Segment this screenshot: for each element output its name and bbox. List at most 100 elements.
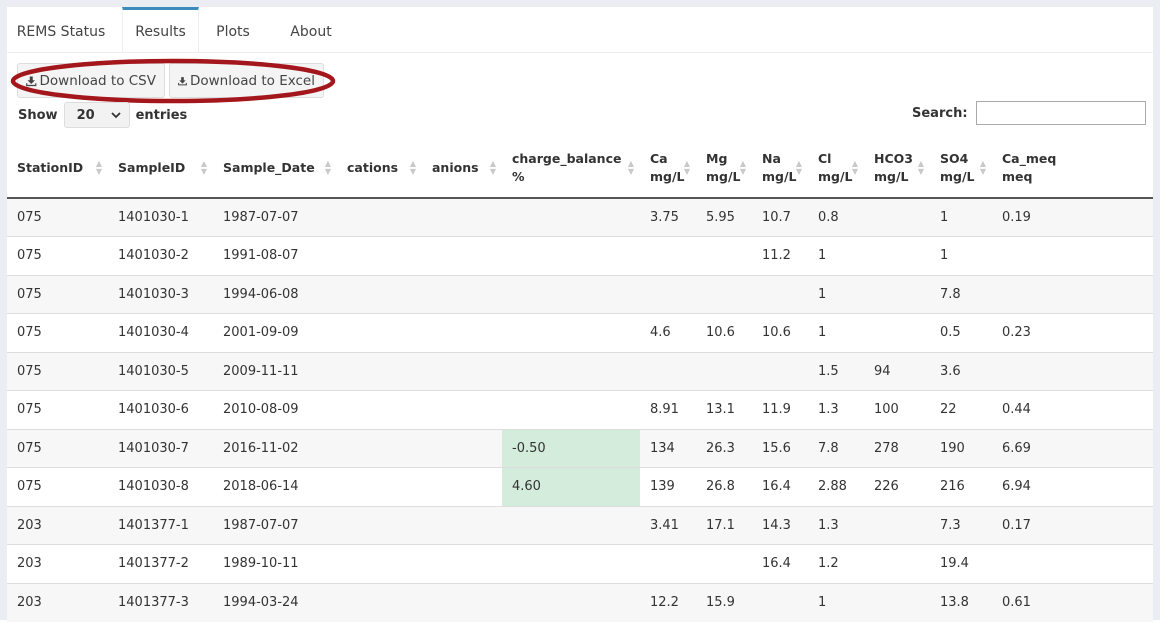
sort-icon: ▲ ▼	[739, 159, 746, 176]
sort-icon: ▲ ▼	[200, 159, 207, 176]
table-cell: 26.8	[696, 467, 752, 506]
table-cell	[337, 505, 422, 545]
table-row[interactable]: 075 1401030-3 1994-06-08 1 7.8	[7, 274, 1153, 314]
table-cell: 1401030-4	[108, 313, 213, 352]
table-cell	[992, 236, 1153, 275]
table-cell: 1401377-3	[108, 582, 213, 622]
table-cell	[337, 544, 422, 583]
table-cell: 8.91	[640, 390, 696, 429]
table-cell	[422, 274, 502, 314]
table-row[interactable]: 075 1401030-8 2018-06-14 4.60 139 26.8 16.4 2.8…	[7, 467, 1153, 506]
table-cell: 14.3	[752, 505, 808, 545]
table-cell: 1	[808, 313, 864, 352]
sort-icon: ▲ ▼	[851, 159, 858, 176]
table-cell	[422, 236, 502, 275]
table-cell	[696, 544, 752, 583]
table-cell	[864, 313, 930, 352]
table-row[interactable]: 203 1401377-3 1994-03-24 12.2 15.9 1 13.8 0.61	[7, 582, 1153, 622]
table-cell	[640, 544, 696, 583]
chevron-down-icon	[110, 111, 121, 118]
table-cell: 190	[930, 428, 992, 468]
column-header-unit: mg/L	[706, 169, 741, 184]
table-cell: 2001-09-09	[213, 313, 337, 352]
sort-icon: ▲ ▼	[795, 159, 802, 176]
table-cell: 11.2	[752, 236, 808, 275]
column-header-na[interactable]: Na mg/L ▲ ▼	[752, 139, 808, 199]
table-cell	[337, 428, 422, 468]
column-header-anions[interactable]: anions ▲ ▼	[422, 139, 502, 199]
column-header-cl[interactable]: Cl mg/L ▲ ▼	[808, 139, 864, 199]
table-cell: 075	[7, 467, 108, 506]
column-header-label: charge_balance	[512, 151, 622, 166]
table-cell: 13.8	[930, 582, 992, 622]
window-frame-top	[0, 0, 1160, 7]
table-cell: 22	[930, 390, 992, 429]
table-cell	[696, 274, 752, 314]
table-row[interactable]: 075 1401030-4 2001-09-09 4.6 10.6 10.6 1 0.5 0.2…	[7, 313, 1153, 352]
table-cell: 1401377-2	[108, 544, 213, 583]
table-cell: 1987-07-07	[213, 198, 337, 237]
table-cell	[422, 198, 502, 237]
table-header: StationID ▲ ▼ SampleID ▲ ▼ Sample_Date ▲ ▼ cation…	[7, 139, 1153, 199]
table-cell	[422, 428, 502, 468]
table-cell: 1989-10-11	[213, 544, 337, 583]
table-cell: 4.60	[502, 467, 640, 506]
tab-about[interactable]: About	[273, 7, 349, 52]
column-header-stationid[interactable]: StationID ▲ ▼	[7, 139, 108, 199]
tab-plots[interactable]: Plots	[201, 7, 265, 52]
table-cell: 0.23	[992, 313, 1153, 352]
sort-icon: ▲ ▼	[95, 159, 102, 176]
column-header-unit: meq	[1002, 169, 1033, 184]
column-header-sample-date[interactable]: Sample_Date ▲ ▼	[213, 139, 337, 199]
table-cell: 0.8	[808, 198, 864, 237]
sort-icon: ▲ ▼	[979, 159, 986, 176]
table-cell: 7.8	[930, 274, 992, 314]
table-row[interactable]: 075 1401030-2 1991-08-07 11.2 1 1	[7, 236, 1153, 275]
column-header-mg[interactable]: Mg mg/L ▲ ▼	[696, 139, 752, 199]
table-cell: 10.6	[696, 313, 752, 352]
table-row[interactable]: 075 1401030-5 2009-11-11 1.5 94 3.6	[7, 351, 1153, 391]
column-header-cations[interactable]: cations ▲ ▼	[337, 139, 422, 199]
window-frame-right	[1153, 0, 1160, 620]
table-cell	[992, 351, 1153, 391]
table-cell: 1994-06-08	[213, 274, 337, 314]
table-cell: 7.3	[930, 505, 992, 545]
column-header-label: Cl	[818, 151, 832, 166]
table-row[interactable]: 075 1401030-7 2016-11-02 -0.50 134 26.3 15.6 7.…	[7, 428, 1153, 468]
column-header-ca[interactable]: Ca mg/L ▲ ▼	[640, 139, 696, 199]
sort-icon: ▲ ▼	[324, 159, 331, 176]
download-icon	[178, 76, 187, 85]
download-excel-button[interactable]: Download to Excel	[169, 63, 324, 98]
column-header-label: HCO3	[874, 151, 913, 166]
table-row[interactable]: 075 1401030-6 2010-08-09 8.91 13.1 11.9 1.3 100…	[7, 390, 1153, 429]
table-cell	[422, 467, 502, 506]
table-cell	[864, 544, 930, 583]
table-row[interactable]: 203 1401377-2 1989-10-11 16.4 1.2 19.4	[7, 544, 1153, 583]
column-header-so4[interactable]: SO4 mg/L ▲ ▼	[930, 139, 992, 199]
table-cell: 0.17	[992, 505, 1153, 545]
entries-select[interactable]: 20	[63, 102, 130, 128]
column-header-ca-meq[interactable]: Ca_meqmeq	[992, 139, 1153, 199]
table-row[interactable]: 203 1401377-1 1987-07-07 3.41 17.1 14.3 1.3 7.3…	[7, 505, 1153, 545]
table-cell	[337, 351, 422, 391]
sort-icon: ▲ ▼	[409, 159, 416, 176]
column-header-label: StationID	[17, 160, 84, 175]
column-header-label: Ca_meq	[1002, 151, 1057, 166]
column-header-hco3[interactable]: HCO3 mg/L ▲ ▼	[864, 139, 930, 199]
column-header-sampleid[interactable]: SampleID ▲ ▼	[108, 139, 213, 199]
table-cell	[864, 198, 930, 237]
table-cell	[502, 313, 640, 352]
tab-rems-status[interactable]: REMS Status	[7, 7, 115, 52]
table-cell	[337, 198, 422, 237]
tab-results[interactable]: Results	[122, 7, 199, 52]
table-row[interactable]: 075 1401030-1 1987-07-07 3.75 5.95 10.7 0.8 1 0.…	[7, 198, 1153, 237]
download-excel-label: Download to Excel	[189, 72, 315, 89]
table-cell	[752, 351, 808, 391]
download-csv-button[interactable]: Download to CSV	[17, 63, 165, 98]
column-header-unit: %	[512, 169, 525, 184]
column-header-charge-balance[interactable]: charge_balance% ▲ ▼	[502, 139, 640, 199]
table-cell: 6.94	[992, 467, 1153, 506]
sort-icon: ▲ ▼	[683, 159, 690, 176]
entries-length-control: Show 20 entries	[18, 101, 187, 129]
search-input[interactable]	[975, 101, 1146, 125]
